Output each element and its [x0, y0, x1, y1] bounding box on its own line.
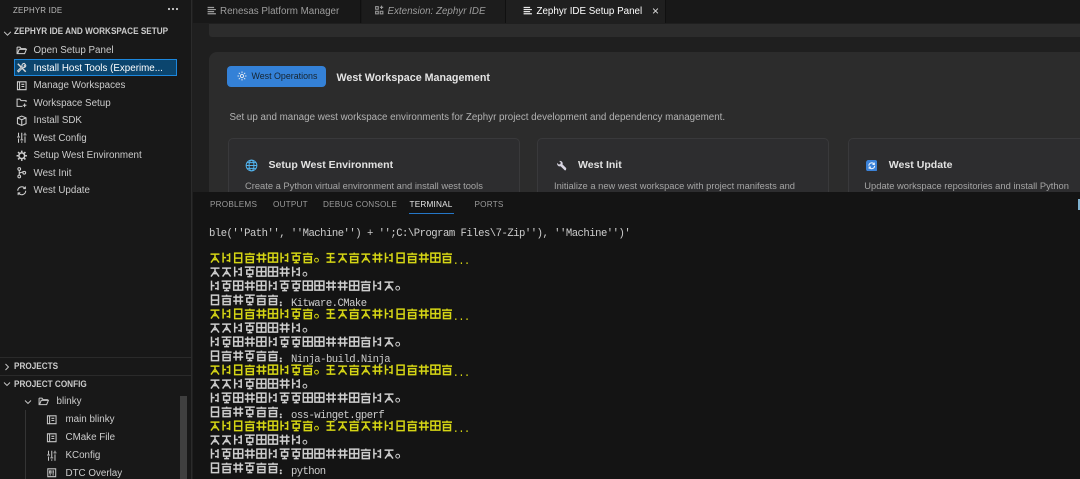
svg-text:python: python: [291, 466, 326, 478]
svg-text:Kitware.CMake: Kitware.CMake: [291, 298, 367, 310]
svg-text:...: ...: [453, 256, 471, 268]
svg-text:ble(''Path'', ''Machine'') + ': ble(''Path'', ''Machine'') + '';C:\Progr…: [209, 228, 631, 240]
svg-text:oss-winget.gperf: oss-winget.gperf: [291, 410, 385, 422]
svg-text:...: ...: [453, 368, 471, 380]
svg-text:Ninja-build.Ninja: Ninja-build.Ninja: [291, 354, 391, 366]
svg-text:...: ...: [453, 312, 471, 324]
svg-text:...: ...: [453, 424, 471, 436]
